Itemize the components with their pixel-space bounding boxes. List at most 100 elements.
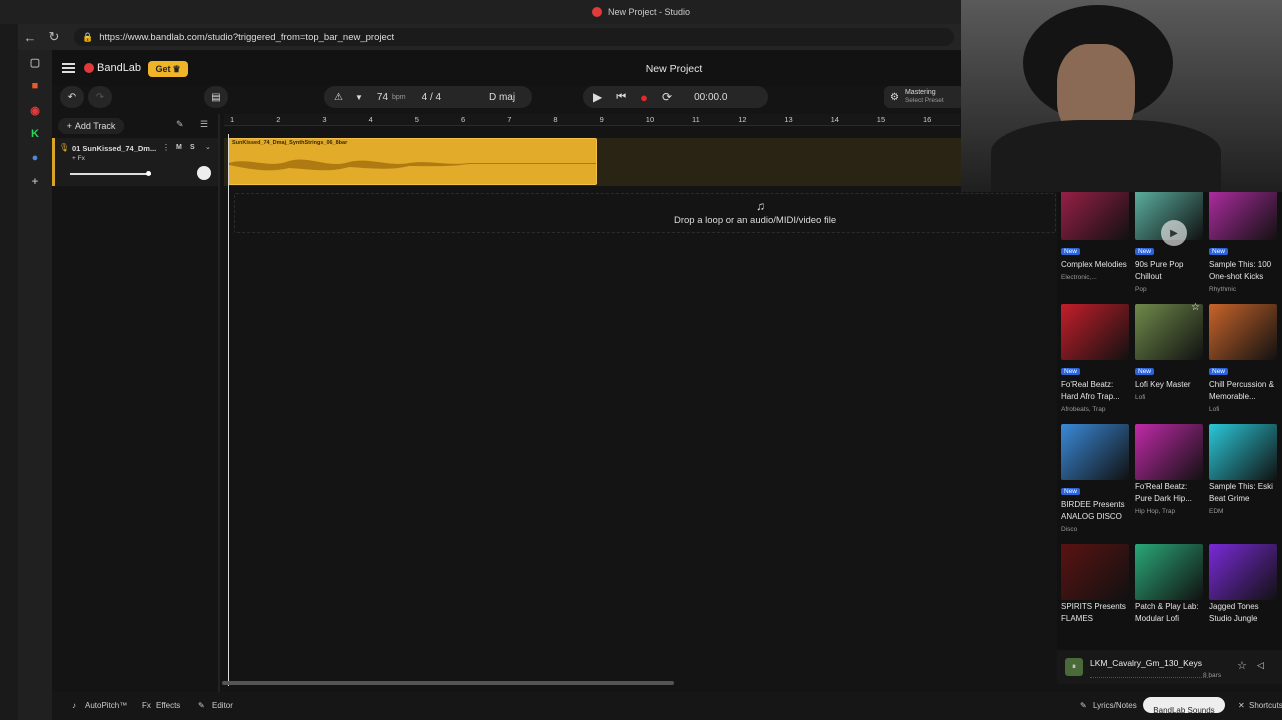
sound-card-artwork[interactable] [1209, 544, 1277, 600]
sound-card[interactable]: Patch & Play Lab: Modular Lofi [1135, 544, 1205, 628]
sound-card-artwork[interactable] [1209, 304, 1277, 360]
timeline-ruler[interactable]: 1 2 3 4 5 6 7 8 9 10 11 12 13 14 15 16 [224, 114, 960, 126]
track-row[interactable]: 🎙 01 SunKissed_74_Dm... + Fx ⋮ M S ⌄ [52, 138, 220, 186]
pan-knob[interactable] [197, 166, 211, 180]
pause-button[interactable]: ⏸ [1065, 658, 1083, 676]
bandlab-sounds-button[interactable]: BandLab Sounds [1143, 697, 1225, 715]
effects-button[interactable]: Effects [156, 701, 180, 710]
sound-card-title[interactable]: Complex Melodies [1061, 259, 1131, 271]
add-track-button[interactable]: + Add Track [58, 118, 124, 134]
drop-zone[interactable] [234, 193, 1056, 233]
ruler-mark: 4 [368, 115, 373, 124]
playhead[interactable] [228, 134, 229, 686]
more-options-icon[interactable]: ⋮ [162, 143, 170, 152]
reload-icon[interactable]: ↻ [42, 29, 66, 45]
sound-card-title[interactable]: 90s Pure Pop Chillout [1135, 259, 1205, 283]
pencil-icon[interactable]: ✎ [176, 119, 184, 130]
editor-icon: ✎ [198, 701, 205, 710]
sound-card[interactable]: Fo'Real Beatz: Pure Dark Hip... Hip Hop, … [1135, 424, 1205, 515]
project-title[interactable]: New Project [612, 63, 736, 75]
sound-card[interactable]: New Lofi Key Master Lofi [1135, 304, 1205, 401]
new-badge: New [1135, 248, 1155, 255]
track-fx-button[interactable]: + Fx [72, 155, 85, 162]
sound-card-title[interactable]: Fo'Real Beatz: Pure Dark Hip... [1135, 481, 1205, 505]
sound-card[interactable]: Sample This: Eski Beat Grime EDM [1209, 424, 1279, 515]
sound-card[interactable]: Jagged Tones Studio Jungle [1209, 544, 1279, 628]
sound-card-title[interactable]: BIRDEE Presents ANALOG DISCO [1061, 499, 1131, 523]
sound-card-title[interactable]: Sample This: 100 One-shot Kicks [1209, 259, 1279, 283]
sound-card-title[interactable]: Lofi Key Master [1135, 379, 1205, 391]
lyrics-notes-button[interactable]: Lyrics/Notes [1093, 701, 1137, 710]
sound-card-artwork[interactable] [1135, 424, 1203, 480]
record-icon[interactable]: ● [640, 90, 648, 105]
add-shortcut-icon[interactable]: + [18, 170, 52, 194]
mute-button[interactable]: M [176, 144, 182, 151]
time-signature[interactable]: 4 / 4 [422, 92, 441, 103]
microphone-icon: 🎙 [59, 143, 70, 152]
shortcuts-button[interactable]: Shortcuts [1249, 701, 1282, 710]
mixer-button[interactable]: ▤ [204, 86, 228, 108]
volume-slider[interactable] [70, 171, 152, 176]
chrome-shortcut-icon[interactable]: ● [18, 146, 52, 170]
sound-card-title[interactable]: Chill Percussion & Memorable... [1209, 379, 1279, 403]
bandlab-shortcut-icon[interactable]: ◉ [18, 98, 52, 122]
app-shortcut-red-icon[interactable]: ■ [18, 74, 52, 98]
sound-card-title[interactable]: Sample This: Eski Beat Grime [1209, 481, 1279, 505]
menu-icon[interactable] [62, 63, 75, 73]
k-shortcut-icon[interactable]: K [18, 122, 52, 146]
sound-card[interactable]: SPIRITS Presents FLAMES [1061, 544, 1131, 628]
chevron-down-icon[interactable]: ⌄ [205, 143, 211, 151]
sound-card[interactable]: New Fo'Real Beatz: Hard Afro Trap... Afrob… [1061, 304, 1131, 413]
sound-card-title[interactable]: Fo'Real Beatz: Hard Afro Trap... [1061, 379, 1131, 403]
skip-to-start-icon[interactable]: ⏮ [616, 91, 626, 104]
volume-handle[interactable] [146, 171, 152, 176]
track-settings-icon[interactable]: ☰ [200, 119, 208, 130]
chevron-down-icon[interactable]: ▼ [355, 93, 363, 102]
key-value: D maj [488, 91, 516, 103]
webcam-person-body [991, 120, 1221, 192]
sound-card-artwork[interactable] [1135, 544, 1203, 600]
tempo-value[interactable]: 74 [377, 92, 388, 103]
undo-button[interactable]: ↶ [60, 86, 84, 108]
autopitch-button[interactable]: AutoPitch™ [85, 701, 127, 710]
play-preview-icon[interactable]: ▶ [1161, 220, 1187, 246]
url-field[interactable]: 🔒 https://www.bandlab.com/studio?trigger… [74, 28, 954, 46]
sound-card-title[interactable]: Patch & Play Lab: Modular Lofi [1135, 601, 1205, 625]
sound-card-artwork[interactable] [1061, 424, 1129, 480]
favorite-icon[interactable]: ☆ [1191, 302, 1200, 313]
get-membership-button[interactable]: Get ♛ [148, 61, 188, 77]
sound-card-title[interactable]: Jagged Tones Studio Jungle [1209, 601, 1279, 625]
metronome-icon[interactable]: ⚠ [334, 92, 343, 103]
sound-card[interactable]: New Complex Melodies Electronic,... [1061, 190, 1131, 281]
ruler-mark: 9 [599, 115, 604, 124]
track-name[interactable]: 01 SunKissed_74_Dm... [72, 144, 156, 153]
horizontal-scrollbar[interactable] [222, 681, 674, 685]
tabs-icon[interactable]: ▢ [18, 50, 52, 74]
key-selector[interactable]: D maj [472, 86, 532, 108]
back-icon[interactable]: ← [18, 30, 42, 45]
solo-button[interactable]: S [190, 144, 195, 151]
ruler-mark: 10 [645, 115, 655, 124]
favorite-icon[interactable]: ☆ [1237, 659, 1247, 672]
volume-icon[interactable]: ◁ [1257, 660, 1264, 671]
sound-card-title[interactable]: SPIRITS Presents FLAMES [1061, 601, 1131, 625]
mastering-button[interactable]: ⚙ Mastering Select Preset [884, 86, 964, 108]
loop-icon[interactable]: ⟳ [662, 90, 672, 104]
play-icon[interactable]: ▶ [593, 90, 602, 104]
sound-card-genre: Lofi [1135, 394, 1146, 401]
brand[interactable]: BandLab [84, 62, 141, 74]
audio-clip[interactable]: SunKissed_74_Dmaj_SynthStrings_06_8bar [228, 138, 597, 185]
sound-card-artwork[interactable] [1061, 544, 1129, 600]
sound-card-artwork[interactable] [1061, 190, 1129, 240]
sound-card[interactable]: New Sample This: 100 One-shot Kicks Rhythm… [1209, 190, 1279, 293]
sound-card[interactable]: New Chill Percussion & Memorable... Lofi [1209, 304, 1279, 413]
redo-button[interactable]: ↷ [88, 86, 112, 108]
editor-button[interactable]: Editor [212, 701, 233, 710]
sound-card-artwork[interactable] [1061, 304, 1129, 360]
sound-card[interactable]: New BIRDEE Presents ANALOG DISCO Disco [1061, 424, 1131, 533]
sound-card-artwork[interactable] [1209, 190, 1277, 240]
sound-card-artwork[interactable] [1209, 424, 1277, 480]
sound-card-genre: EDM [1209, 508, 1224, 515]
plus-icon: + [66, 121, 72, 131]
drop-zone-text: Drop a loop or an audio/MIDI/video file [674, 215, 837, 226]
